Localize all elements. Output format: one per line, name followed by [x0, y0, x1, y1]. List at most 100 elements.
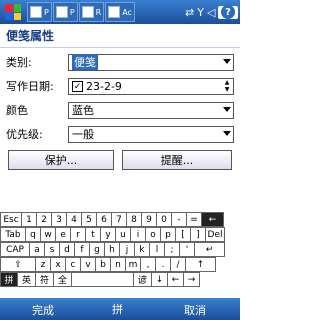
key[interactable]: =	[187, 212, 202, 227]
menu-bar: 完成 拼 取消	[0, 298, 240, 320]
backspace-key[interactable]: ←	[202, 212, 224, 227]
date-picker[interactable]: ✓ 23-2-9 ▲ ▼	[68, 77, 234, 95]
key[interactable]: ;	[165, 242, 180, 257]
key[interactable]: o	[146, 227, 161, 242]
key[interactable]: r	[71, 227, 86, 242]
key[interactable]: /	[171, 257, 186, 272]
taskbar-app-1[interactable]: P	[27, 2, 52, 22]
key[interactable]: z	[36, 257, 51, 272]
key[interactable]: c	[66, 257, 81, 272]
color-label: 颜色	[6, 104, 28, 117]
key[interactable]: g	[90, 242, 105, 257]
taskbar-app-2[interactable]: P	[52, 2, 78, 22]
key[interactable]: 9	[142, 212, 157, 227]
key[interactable]: Esc	[0, 212, 22, 227]
soft-keyboard: Esc 1 2 3 4 5 6 7 8 9 0 - = ← Tab q w e …	[0, 210, 240, 296]
spin-down-icon[interactable]: ▼	[222, 86, 232, 93]
key[interactable]: l	[150, 242, 165, 257]
key[interactable]: -	[172, 212, 187, 227]
app-icon	[55, 6, 68, 18]
caps-key[interactable]: CAP	[0, 242, 30, 257]
down-arrow-key[interactable]: ↓	[152, 272, 168, 287]
taskbar-app-3[interactable]: R	[78, 2, 105, 22]
help-icon[interactable]: ?	[221, 5, 235, 19]
key[interactable]: 4	[67, 212, 82, 227]
key[interactable]: 6	[97, 212, 112, 227]
space-key[interactable]	[72, 272, 134, 287]
key[interactable]: k	[135, 242, 150, 257]
key[interactable]: f	[75, 242, 90, 257]
input-method-button[interactable]: 拼	[112, 301, 123, 317]
key[interactable]: w	[41, 227, 56, 242]
key[interactable]: m	[126, 257, 141, 272]
key[interactable]: x	[51, 257, 66, 272]
category-row: 类别: 便笺	[6, 53, 234, 71]
key[interactable]: 7	[112, 212, 127, 227]
key[interactable]: s	[45, 242, 60, 257]
english-mode-key[interactable]: 英	[18, 272, 36, 287]
page-title: 便笺属性	[6, 29, 55, 43]
right-arrow-key[interactable]: →	[184, 272, 200, 287]
volume-mute-icon[interactable]: ◁	[207, 6, 215, 19]
taskbar-app-label: Ac	[122, 7, 132, 17]
key[interactable]: t	[86, 227, 101, 242]
key[interactable]: p	[161, 227, 176, 242]
pinyin-mode-key[interactable]: 拼	[0, 272, 18, 287]
symbol-mode-key[interactable]: 符	[36, 272, 54, 287]
key[interactable]: y	[101, 227, 116, 242]
key[interactable]: e	[56, 227, 71, 242]
app-icon	[30, 6, 42, 18]
color-dropdown[interactable]: 蓝色	[68, 101, 234, 119]
key[interactable]: .	[156, 257, 171, 272]
key[interactable]: 5	[82, 212, 97, 227]
key[interactable]: ]	[191, 227, 206, 242]
left-arrow-key[interactable]: ←	[168, 272, 184, 287]
key[interactable]: j	[120, 242, 135, 257]
key[interactable]: a	[30, 242, 45, 257]
key[interactable]: 2	[37, 212, 52, 227]
key[interactable]: i	[131, 227, 146, 242]
key[interactable]: 8	[127, 212, 142, 227]
protect-button[interactable]: 保护...	[8, 150, 114, 170]
key[interactable]: q	[26, 227, 41, 242]
taskbar-app-4[interactable]: Ac	[105, 2, 135, 22]
taskbar-app-label: R	[95, 7, 102, 17]
key[interactable]: b	[96, 257, 111, 272]
connectivity-icon[interactable]: ⇄	[185, 6, 194, 19]
signal-icon[interactable]: Y	[197, 6, 204, 19]
up-arrow-key[interactable]: ↑	[186, 257, 216, 272]
key[interactable]: n	[111, 257, 126, 272]
key[interactable]: 谚	[134, 272, 152, 287]
key[interactable]: d	[60, 242, 75, 257]
color-value: 蓝色	[72, 104, 94, 117]
date-spinner[interactable]: ▲ ▼	[222, 79, 232, 93]
shift-key[interactable]: ⇧	[0, 257, 36, 272]
category-dropdown[interactable]: 便笺	[68, 53, 234, 71]
enter-key[interactable]: ↵	[195, 242, 225, 257]
key[interactable]: h	[105, 242, 120, 257]
delete-key[interactable]: Del	[206, 227, 225, 242]
fullwidth-key[interactable]: 全	[54, 272, 72, 287]
priority-dropdown[interactable]: 一般	[68, 125, 234, 143]
tab-key[interactable]: Tab	[0, 227, 26, 242]
spin-up-icon[interactable]: ▲	[222, 79, 232, 86]
category-value: 便笺	[72, 54, 98, 70]
keyboard-row-2: Tab q w e r t y u i o p [ ] Del	[0, 227, 225, 242]
key[interactable]: [	[176, 227, 191, 242]
key[interactable]: v	[81, 257, 96, 272]
cancel-softkey[interactable]: 取消	[184, 302, 206, 318]
key[interactable]: u	[116, 227, 131, 242]
reminder-button[interactable]: 提醒...	[122, 150, 232, 170]
key[interactable]: '	[180, 242, 195, 257]
date-row: 写作日期: ✓ 23-2-9 ▲ ▼	[6, 77, 234, 95]
key[interactable]: 3	[52, 212, 67, 227]
key[interactable]: 1	[22, 212, 37, 227]
key[interactable]: 0	[157, 212, 172, 227]
done-softkey[interactable]: 完成	[32, 302, 54, 318]
keyboard-row-3: CAP a s d f g h j k l ; ' ↵	[0, 242, 225, 257]
priority-value: 一般	[72, 128, 94, 141]
date-checkbox[interactable]: ✓	[72, 80, 83, 92]
chevron-down-icon	[223, 58, 231, 64]
start-button[interactable]	[0, 0, 26, 24]
key[interactable]: ,	[141, 257, 156, 272]
